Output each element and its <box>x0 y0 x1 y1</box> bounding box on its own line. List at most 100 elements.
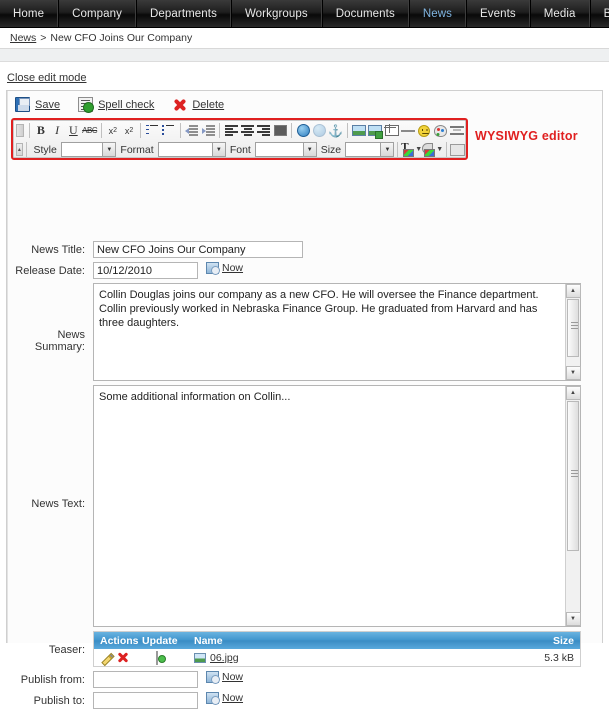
bulleted-list-button[interactable] <box>160 123 176 139</box>
nav-item-home[interactable]: Home <box>0 0 59 27</box>
nav-item-blogs[interactable]: Blogs <box>589 0 609 27</box>
smiley-button[interactable] <box>416 123 432 139</box>
column-header-name: Name <box>194 634 223 647</box>
attachments-table-header: Actions Update Name Size <box>94 632 580 649</box>
delete-button[interactable]: Delete <box>172 97 224 112</box>
insert-link-button[interactable] <box>295 123 311 139</box>
column-header-update: Update <box>142 634 178 647</box>
page-break-button[interactable] <box>449 123 465 139</box>
news-text-content: Some additional information on Collin... <box>99 391 291 403</box>
special-character-button[interactable] <box>432 123 448 139</box>
nav-item-events[interactable]: Events <box>465 0 530 27</box>
save-button[interactable]: Save <box>15 97 60 112</box>
text-color-button[interactable]: ▼ <box>401 141 422 158</box>
toolbar-row2-drag-handle[interactable]: ▴ <box>16 143 23 156</box>
release-date-now-button[interactable]: Now <box>206 262 243 275</box>
italic-button[interactable]: I <box>49 123 65 139</box>
publish-from-now-button[interactable]: Now <box>206 671 243 684</box>
insert-table-button[interactable] <box>383 123 399 139</box>
scroll-down-icon[interactable]: ▼ <box>565 612 581 626</box>
toolbar-separator <box>179 123 181 138</box>
size-select[interactable]: ▼ <box>345 142 395 157</box>
release-date-input[interactable] <box>93 262 198 279</box>
publish-from-input[interactable] <box>93 671 198 688</box>
news-title-input[interactable] <box>93 241 303 258</box>
row-update <box>142 650 194 665</box>
style-select[interactable]: ▼ <box>60 142 117 157</box>
toolbar-separator <box>446 142 447 157</box>
publish-to-input[interactable] <box>93 692 198 709</box>
news-summary-label: News Summary: <box>34 329 85 353</box>
align-left-button[interactable] <box>223 123 239 139</box>
horizontal-rule-button[interactable] <box>400 123 416 139</box>
font-select[interactable]: ▼ <box>254 142 317 157</box>
row-name: 06.jpg <box>194 652 530 664</box>
scroll-down-icon[interactable]: ▼ <box>565 366 581 380</box>
toolbar-separator <box>346 123 348 138</box>
news-summary-text: Collin Douglas joins our company as a ne… <box>99 289 539 329</box>
publish-to-now-button[interactable]: Now <box>206 692 244 705</box>
background-color-button[interactable]: ▼ <box>422 142 443 158</box>
breadcrumb-link-news[interactable]: News <box>10 32 36 44</box>
toolbar-drag-handle[interactable] <box>16 124 24 137</box>
news-text-editor[interactable]: Some additional information on Collin...… <box>93 385 581 627</box>
spell-check-button[interactable]: Spell check <box>78 97 154 113</box>
nav-item-company[interactable]: Company <box>58 0 136 27</box>
increase-indent-button[interactable] <box>200 123 216 139</box>
news-summary-scrollbar[interactable]: ▲ ▼ <box>565 284 581 380</box>
toolbar-separator <box>100 123 102 138</box>
scrollbar-thumb[interactable] <box>567 401 579 551</box>
news-summary-row: News Summary: Collin Douglas joins our c… <box>7 283 602 381</box>
wysiwyg-toolbar-area: WYSIWYG editor B I U ABC x2 x2 ⚓ ▴ Style… <box>7 118 602 164</box>
nav-item-workgroups[interactable]: Workgroups <box>230 0 322 27</box>
column-header-size: Size <box>552 634 574 647</box>
chevron-down-icon: ▼ <box>302 143 316 156</box>
align-center-button[interactable] <box>239 123 255 139</box>
news-text-scrollbar[interactable]: ▲ ▼ <box>565 386 581 626</box>
close-edit-mode-link[interactable]: Close edit mode <box>7 72 87 84</box>
publish-to-now-label: Now <box>222 692 244 704</box>
update-icon[interactable] <box>156 650 158 665</box>
strikethrough-button[interactable]: ABC <box>82 123 98 139</box>
scroll-up-icon[interactable]: ▲ <box>565 284 581 298</box>
breadcrumb-current: New CFO Joins Our Company <box>50 32 193 44</box>
edit-icon[interactable] <box>100 652 112 664</box>
toolbar-separator <box>397 142 399 157</box>
editor-toolbar-row-1: B I U ABC x2 x2 ⚓ <box>14 121 465 140</box>
wysiwyg-callout-label: WYSIWYG editor <box>475 129 578 143</box>
scroll-up-icon[interactable]: ▲ <box>565 386 581 400</box>
numbered-list-button[interactable] <box>144 123 160 139</box>
underline-button[interactable]: U <box>65 123 81 139</box>
scrollbar-thumb[interactable] <box>567 299 579 357</box>
breadcrumb: News > New CFO Joins Our Company <box>0 28 609 49</box>
news-summary-editor[interactable]: Collin Douglas joins our company as a ne… <box>93 283 581 381</box>
insert-image-button[interactable] <box>351 123 367 139</box>
save-icon <box>15 97 30 112</box>
save-label: Save <box>35 98 61 111</box>
editor-toolbar: B I U ABC x2 x2 ⚓ ▴ Style ▼ Format ▼ Fon… <box>13 120 466 158</box>
nav-item-news[interactable]: News <box>408 0 466 27</box>
news-edit-form: News Title: Release Date: Now News Summa… <box>7 241 602 709</box>
spell-check-icon <box>78 97 95 113</box>
font-select-label: Font <box>229 143 251 156</box>
bold-button[interactable]: B <box>33 123 49 139</box>
insert-media-button[interactable] <box>367 123 383 139</box>
attachment-file-link[interactable]: 06.jpg <box>210 652 239 664</box>
delete-icon[interactable] <box>117 652 129 664</box>
align-right-button[interactable] <box>256 123 272 139</box>
nav-item-media[interactable]: Media <box>529 0 590 27</box>
nav-item-departments[interactable]: Departments <box>136 0 231 27</box>
publish-to-row: Publish to: Now <box>7 692 602 709</box>
unlink-button[interactable] <box>311 123 327 139</box>
maximize-button[interactable] <box>449 142 465 158</box>
background-color-icon <box>422 142 436 157</box>
release-date-row: Release Date: Now <box>7 262 602 279</box>
decrease-indent-button[interactable] <box>184 123 200 139</box>
anchor-button[interactable]: ⚓ <box>328 123 344 139</box>
subscript-button[interactable]: x2 <box>105 123 121 139</box>
align-justify-button[interactable] <box>272 123 288 139</box>
nav-item-documents[interactable]: Documents <box>321 0 409 27</box>
superscript-button[interactable]: x2 <box>121 123 137 139</box>
news-text-label: News Text: <box>31 498 85 510</box>
format-select[interactable]: ▼ <box>157 142 226 157</box>
